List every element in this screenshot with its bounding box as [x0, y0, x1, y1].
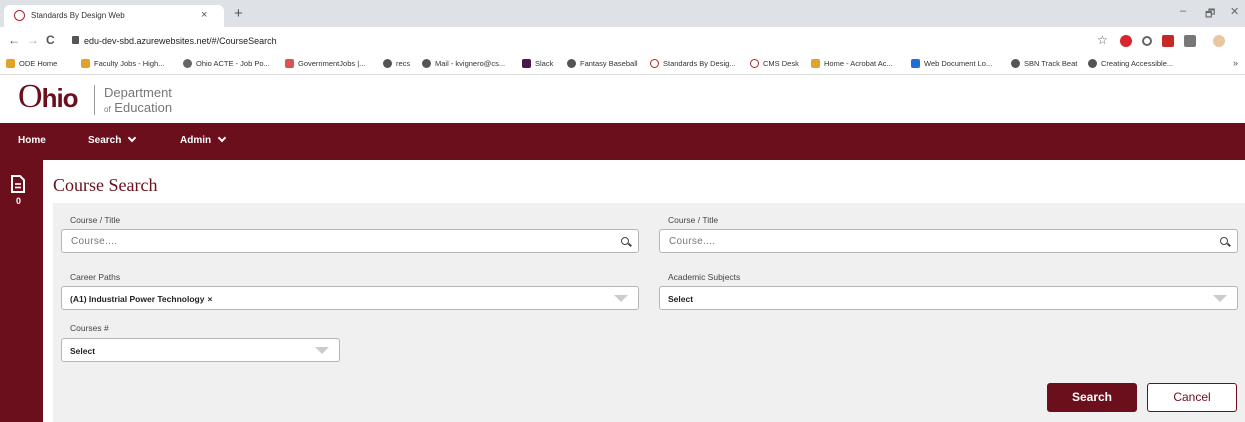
academic-subjects-select[interactable]: Select: [659, 286, 1238, 310]
new-tab-button[interactable]: +: [234, 5, 243, 22]
bookmark-icon: [285, 59, 294, 68]
close-window-button[interactable]: ✕: [1230, 5, 1239, 18]
acrobat-extension-icon[interactable]: [1162, 35, 1174, 47]
ohio-logo[interactable]: Ohio: [18, 78, 79, 116]
bookmark-item[interactable]: Creating Accessible...: [1088, 59, 1173, 68]
bookmark-star-icon[interactable]: ☆: [1097, 33, 1108, 47]
course-title-label: Course / Title: [70, 215, 121, 225]
bookmark-item[interactable]: SBN Track Beat: [1011, 59, 1077, 68]
cancel-button[interactable]: Cancel: [1147, 383, 1237, 412]
folder-icon: [6, 59, 15, 68]
dropdown-caret-icon: [1213, 295, 1227, 302]
bookmark-item[interactable]: Slack: [522, 59, 553, 68]
site-header: Ohio Department of Education: [0, 75, 1245, 123]
course-title-input-2[interactable]: Course....: [659, 229, 1238, 253]
folder-icon: [811, 59, 820, 68]
globe-icon: [422, 59, 431, 68]
academic-subjects-label: Academic Subjects: [668, 272, 741, 282]
bookmark-item[interactable]: GovernmentJobs |...: [285, 59, 365, 68]
dropdown-caret-icon: [315, 347, 329, 354]
search-icon[interactable]: [621, 237, 629, 245]
sidebar: 0: [0, 160, 43, 422]
career-paths-label: Career Paths: [70, 272, 121, 282]
address-bar: ← → C edu-dev-sbd.azurewebsites.net/#/Co…: [0, 27, 1245, 55]
tab-close-icon[interactable]: ×: [201, 9, 207, 21]
courses-number-label: Courses #: [70, 323, 109, 333]
globe-icon: [1011, 59, 1020, 68]
course-title-label-2: Course / Title: [668, 215, 719, 225]
bookmark-icon: [81, 59, 90, 68]
document-icon[interactable]: [11, 175, 25, 193]
nav-home[interactable]: Home: [18, 135, 46, 146]
nav-search[interactable]: Search: [88, 133, 137, 146]
bookmark-item[interactable]: Faculty Jobs - High...: [81, 59, 164, 68]
remove-tag-icon[interactable]: ×: [207, 294, 212, 304]
browser-tab[interactable]: Standards By Design Web ×: [4, 5, 224, 27]
bookmarks-bar: ODE Home Faculty Jobs - High... Ohio ACT…: [0, 55, 1245, 75]
search-icon[interactable]: [1220, 237, 1228, 245]
site-favicon-icon: [14, 10, 25, 21]
site-favicon-icon: [750, 59, 759, 68]
main-nav: Home Search Admin: [0, 123, 1245, 160]
minimize-button[interactable]: –: [1180, 5, 1186, 17]
url-input[interactable]: edu-dev-sbd.azurewebsites.net/#/CourseSe…: [84, 36, 277, 46]
globe-icon: [567, 59, 576, 68]
document-count-badge: 0: [16, 196, 22, 206]
bookmark-item[interactable]: Mail - kvignero@cs...: [422, 59, 505, 68]
chevron-down-icon: [217, 133, 227, 143]
chevron-down-icon: [128, 133, 137, 143]
back-button[interactable]: ←: [8, 33, 20, 47]
globe-icon: [183, 59, 192, 68]
lock-icon: [72, 36, 79, 44]
bookmark-item[interactable]: Standards By Desig...: [650, 59, 736, 68]
bookmark-item[interactable]: Home - Acrobat Ac...: [811, 59, 893, 68]
bookmark-item[interactable]: Fantasy Baseball: [567, 59, 638, 68]
globe-icon: [1088, 59, 1097, 68]
bookmark-item[interactable]: CMS Desk: [750, 59, 799, 68]
nav-admin[interactable]: Admin: [180, 133, 227, 146]
bookmark-item[interactable]: ODE Home: [6, 59, 57, 68]
bookmark-item[interactable]: Ohio ACTE - Job Po...: [183, 59, 270, 68]
globe-icon: [383, 59, 392, 68]
forward-button[interactable]: →: [27, 33, 39, 47]
career-paths-select[interactable]: (A1) Industrial Power Technology ×: [61, 286, 639, 310]
extension-icon[interactable]: [1184, 35, 1196, 47]
slack-icon: [522, 59, 531, 68]
dropdown-caret-icon: [614, 295, 628, 302]
browser-tab-strip: Standards By Design Web × + – 🗗 ✕: [0, 0, 1245, 27]
bookmarks-overflow-button[interactable]: »: [1233, 58, 1238, 68]
bookmark-item[interactable]: Web Document Lo...: [911, 59, 992, 68]
department-name: Department of Education: [104, 85, 173, 115]
selected-career-path-tag: (A1) Industrial Power Technology ×: [70, 294, 213, 304]
bookmark-item[interactable]: recs: [383, 59, 410, 68]
adblock-extension-icon[interactable]: [1120, 35, 1132, 47]
courses-number-select[interactable]: Select: [61, 338, 340, 362]
profile-avatar-icon[interactable]: [1213, 35, 1225, 47]
logo-divider: [94, 85, 95, 115]
tab-title: Standards By Design Web: [31, 11, 125, 20]
site-favicon-icon: [650, 59, 659, 68]
extension-icon[interactable]: [1142, 36, 1152, 46]
reload-button[interactable]: C: [46, 33, 55, 47]
sharepoint-icon: [911, 59, 920, 68]
search-button[interactable]: Search: [1047, 383, 1137, 412]
course-title-input[interactable]: Course....: [61, 229, 639, 253]
maximize-button[interactable]: 🗗: [1205, 5, 1215, 24]
page-title: Course Search: [53, 175, 158, 195]
